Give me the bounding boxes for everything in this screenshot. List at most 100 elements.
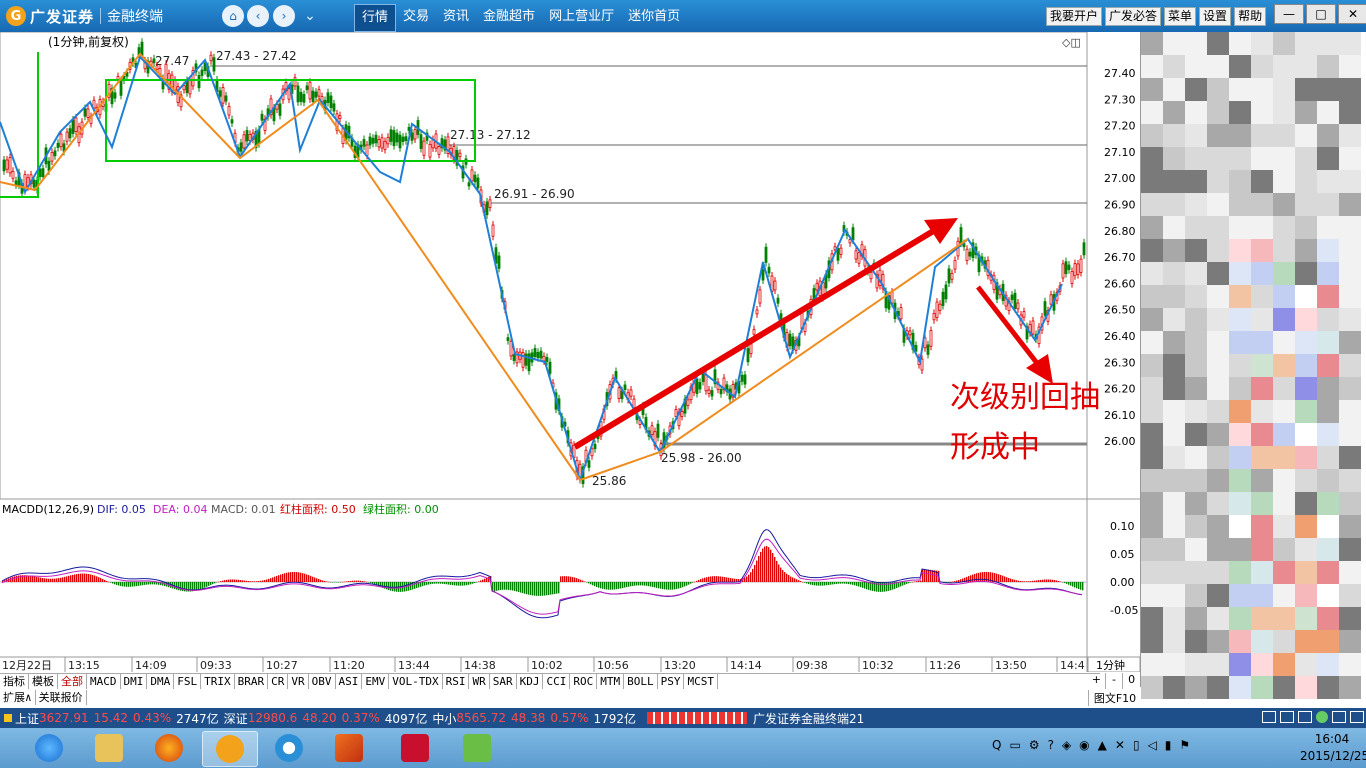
candle-body — [656, 423, 660, 438]
tray-up-icon[interactable]: ▲ — [1098, 738, 1107, 752]
kline-chart[interactable]: (1分钟,前复权) ◇◫ 27.40 27.30 27.20 27.10 27.00 26… — [0, 31, 1141, 673]
top-button-1[interactable]: 广发必答 — [1105, 7, 1162, 26]
tray-settings-icon[interactable]: ⚙ — [1029, 738, 1040, 752]
price-tick: 27.40 — [1104, 67, 1136, 80]
macd-bar — [796, 579, 798, 582]
indicator-tab-6[interactable]: FSL — [174, 674, 202, 689]
indicator-tab-18[interactable]: KDJ — [517, 674, 544, 689]
screen-icon[interactable] — [1298, 711, 1312, 723]
minimize-button[interactable]: — — [1274, 4, 1304, 24]
blurred-cell — [1207, 653, 1229, 676]
expand-down-icon[interactable]: ⌄ — [299, 5, 321, 27]
back-icon[interactable]: ‹ — [247, 5, 269, 27]
f10-button[interactable]: 图文F10 — [1088, 690, 1141, 706]
grid-icon[interactable] — [1332, 711, 1346, 723]
zx-value[interactable]: 8565.72 — [456, 711, 506, 725]
menu-item-1[interactable]: 交易 — [396, 4, 436, 30]
indicator-tab-15[interactable]: RSI — [443, 674, 470, 689]
indicator-tab-23[interactable]: PSY — [658, 674, 685, 689]
indicator-tab-10[interactable]: VR — [288, 674, 309, 689]
indicator-tab-4[interactable]: DMI — [121, 674, 148, 689]
tray-keyboard-icon[interactable]: ▭ — [1009, 738, 1020, 752]
explorer-taskbar-button[interactable] — [82, 731, 136, 765]
indicator-tab-14[interactable]: VOL-TDX — [389, 674, 443, 689]
indicator-tab-24[interactable]: MCST — [684, 674, 718, 689]
indicator-tab-9[interactable]: CR — [268, 674, 289, 689]
blurred-cell — [1163, 630, 1185, 653]
indicator-tab-5[interactable]: DMA — [147, 674, 175, 689]
candle-body — [221, 87, 225, 104]
close-button[interactable]: ✕ — [1338, 4, 1366, 24]
menu-item-0[interactable]: 行情 — [354, 4, 397, 32]
macd-bar — [1016, 580, 1018, 582]
chart-area[interactable]: (1分钟,前复权) ◇◫ 27.40 27.30 27.20 27.10 27.00 26… — [0, 31, 1141, 687]
indicator-tab-20[interactable]: ROC — [570, 674, 598, 689]
macd-bar — [628, 582, 630, 587]
indicator-tab-2[interactable]: 全部 — [58, 674, 87, 689]
layout-icon[interactable] — [1280, 711, 1294, 723]
indicator-tab-17[interactable]: SAR — [490, 674, 517, 689]
macd-bar — [572, 577, 574, 582]
matlab-taskbar-button[interactable] — [322, 731, 376, 765]
tray-volume-icon[interactable]: ◁ — [1148, 738, 1157, 752]
period-label[interactable]: 1分钟 — [1096, 658, 1125, 672]
sub-tab-0[interactable]: 扩展∧ — [0, 690, 36, 705]
wps-taskbar-button[interactable] — [388, 731, 442, 765]
window-icon[interactable] — [1262, 711, 1276, 723]
tray-shield-icon[interactable]: ◈ — [1062, 738, 1071, 752]
tray-network-icon[interactable]: ✕ — [1115, 738, 1125, 752]
indicator-tab-16[interactable]: WR — [469, 674, 490, 689]
indicator-tab-19[interactable]: CCI — [543, 674, 571, 689]
evernote-taskbar-button[interactable] — [450, 731, 504, 765]
sh-value[interactable]: 3627.91 — [39, 711, 89, 725]
tray-help-icon[interactable]: ? — [1048, 738, 1054, 752]
indicator-tab-11[interactable]: OBV — [309, 674, 336, 689]
taskbar-clock[interactable]: 16:04 2015/12/25 — [1300, 732, 1366, 763]
top-button-2[interactable]: 菜单 — [1164, 7, 1197, 26]
chart-options-icon[interactable]: ◇◫ — [1062, 36, 1081, 49]
macd-bar — [846, 582, 848, 584]
sz-amount: 4097亿 — [384, 711, 428, 726]
tray-device-icon[interactable]: ▯ — [1133, 738, 1140, 752]
top-button-3[interactable]: 设置 — [1199, 7, 1232, 26]
top-button-4[interactable]: 帮助 — [1234, 7, 1267, 26]
zoom-out-button[interactable]: - — [1106, 673, 1124, 689]
menu-item-4[interactable]: 网上营业厅 — [542, 4, 621, 30]
indicator-tab-12[interactable]: ASI — [336, 674, 363, 689]
menu-item-2[interactable]: 资讯 — [436, 4, 476, 30]
candle-body — [398, 134, 402, 149]
tray-flag-icon[interactable]: ⚑ — [1179, 738, 1190, 752]
blurred-cell — [1273, 147, 1295, 170]
level-label: 25.98 - 26.00 — [661, 451, 742, 465]
maximize-button[interactable]: □ — [1306, 4, 1336, 24]
indicator-tab-13[interactable]: EMV — [362, 674, 390, 689]
indicator-tab-8[interactable]: BRAR — [235, 674, 269, 689]
indicator-tab-0[interactable]: 指标 — [0, 674, 29, 689]
gf-terminal-taskbar-button[interactable] — [202, 731, 258, 767]
indicator-tab-7[interactable]: TRIX — [201, 674, 235, 689]
tray-app-icon[interactable]: ◉ — [1079, 738, 1089, 752]
indicator-tab-1[interactable]: 模板 — [29, 674, 58, 689]
price-tick: 26.10 — [1104, 409, 1136, 422]
forward-icon[interactable]: › — [273, 5, 295, 27]
ie-taskbar-button[interactable] — [22, 731, 76, 765]
tray-q-icon[interactable]: Q — [992, 738, 1001, 752]
firefox-taskbar-button[interactable] — [142, 731, 196, 765]
tray-signal-icon[interactable]: ▮ — [1165, 738, 1172, 752]
menu-item-5[interactable]: 迷你首页 — [621, 4, 687, 30]
candle-body — [308, 81, 312, 100]
sub-tab-1[interactable]: 关联报价 — [36, 690, 87, 705]
indicator-tab-21[interactable]: MTM — [597, 674, 625, 689]
home-icon[interactable]: ⌂ — [222, 5, 244, 27]
menu-item-3[interactable]: 金融超市 — [476, 4, 542, 30]
indicator-tab-22[interactable]: BOLL — [624, 674, 658, 689]
tile-icon[interactable] — [1350, 711, 1364, 723]
indicator-tab-3[interactable]: MACD — [87, 674, 121, 689]
blurred-cell — [1207, 492, 1229, 515]
zoom-in-button[interactable]: + — [1088, 673, 1106, 689]
candle-body — [815, 282, 819, 291]
top-button-0[interactable]: 我要开户 — [1046, 7, 1103, 26]
zoom-reset-button[interactable]: 0 — [1123, 673, 1140, 689]
sz-value[interactable]: 12980.6 — [248, 711, 298, 725]
app5-taskbar-button[interactable] — [262, 731, 316, 765]
